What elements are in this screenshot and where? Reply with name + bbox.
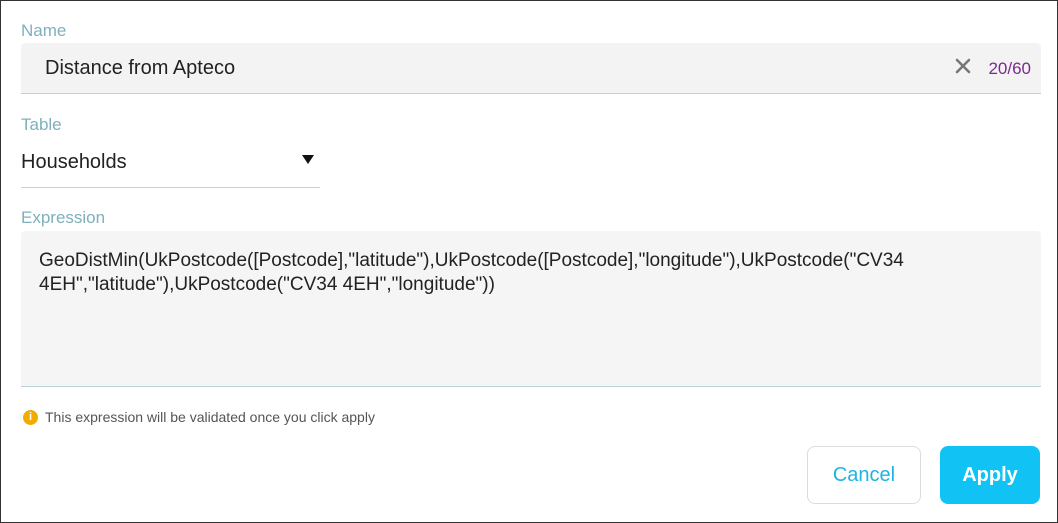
hint-text: This expression will be validated once y… bbox=[45, 409, 375, 425]
close-icon[interactable] bbox=[953, 56, 973, 76]
table-label: Table bbox=[21, 115, 62, 134]
name-input-value[interactable]: Distance from Apteco bbox=[45, 57, 235, 80]
name-label: Name bbox=[21, 21, 67, 40]
validation-hint: i This expression will be validated once… bbox=[23, 407, 375, 427]
name-field[interactable]: Distance from Apteco 20/60 bbox=[21, 43, 1041, 94]
character-counter: 20/60 bbox=[988, 59, 1031, 78]
caret-down-icon[interactable] bbox=[302, 155, 314, 164]
info-icon: i bbox=[23, 409, 38, 425]
cancel-button[interactable]: Cancel bbox=[807, 446, 921, 504]
expression-textarea[interactable]: GeoDistMin(UkPostcode([Postcode],"latitu… bbox=[21, 231, 1041, 387]
table-select[interactable]: Households bbox=[21, 141, 320, 188]
expression-text[interactable]: GeoDistMin(UkPostcode([Postcode],"latitu… bbox=[39, 249, 1029, 297]
calculated-field-dialog: Name Distance from Apteco 20/60 Table Ho… bbox=[0, 0, 1058, 523]
apply-button[interactable]: Apply bbox=[940, 446, 1040, 504]
table-selected-value: Households bbox=[21, 151, 127, 173]
expression-label: Expression bbox=[21, 208, 106, 227]
